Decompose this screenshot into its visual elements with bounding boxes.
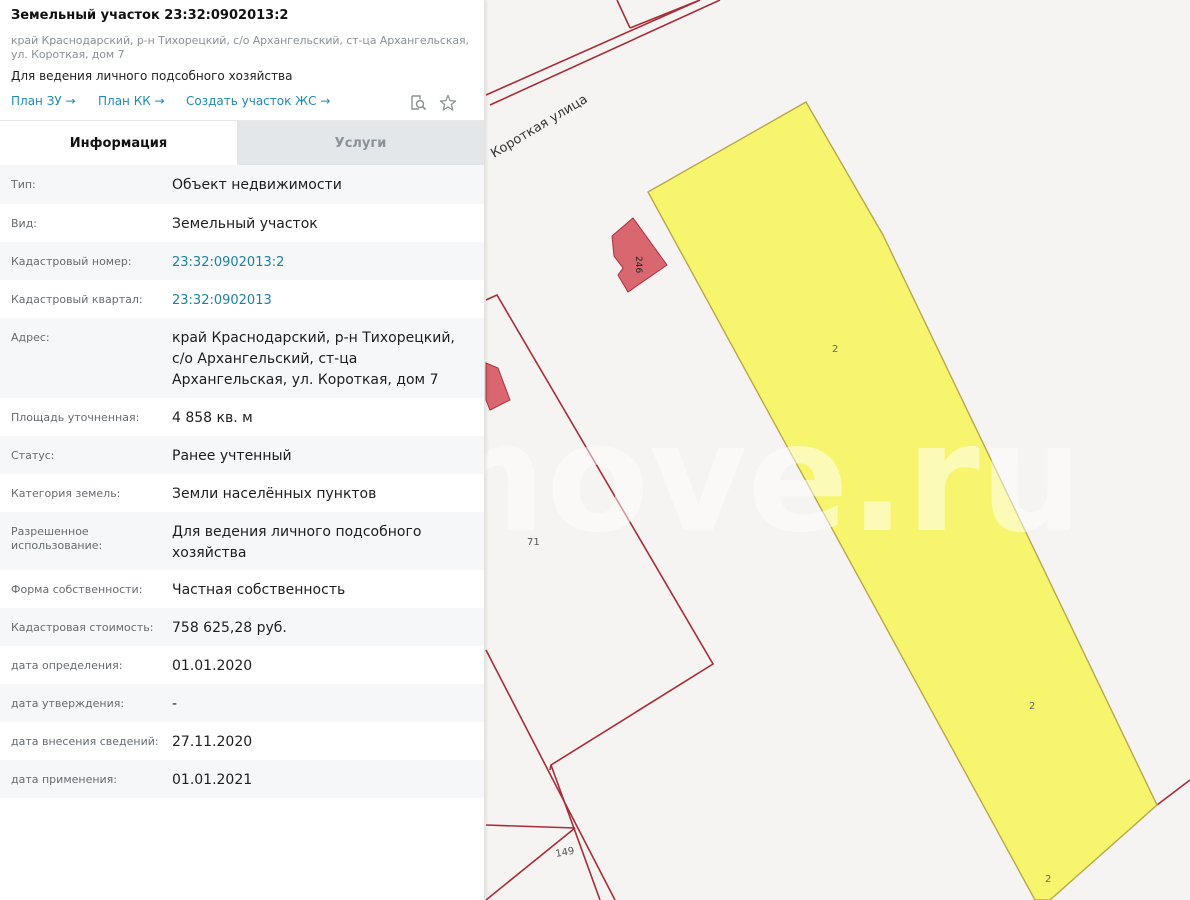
search-document-icon[interactable] (409, 94, 427, 112)
parcel-label: 2 (1045, 874, 1051, 885)
info-row-kind: Вид: Земельный участок (0, 204, 484, 242)
plan-zu-link[interactable]: План ЗУ → (11, 94, 76, 108)
info-table: Тип: Объект недвижимости Вид: Земельный … (0, 165, 484, 798)
info-row-ownership: Форма собственности: Частная собственнос… (0, 570, 484, 608)
page-title: Земельный участок 23:32:0902013:2 (11, 8, 289, 23)
create-parcel-link[interactable]: Создать участок ЖС → (186, 94, 330, 108)
info-row-approval-date: дата утверждения: - (0, 684, 484, 722)
info-key: Форма собственности: (11, 583, 143, 596)
info-key: Кадастровая стоимость: (11, 621, 154, 634)
tab-services[interactable]: Услуги (237, 121, 484, 165)
info-key: дата применения: (11, 773, 118, 786)
header-address: край Краснодарский, р-н Тихорецкий, с/о … (11, 34, 469, 61)
info-value: Земельный участок (172, 216, 318, 232)
header-purpose: Для ведения личного подсобного хозяйства (11, 69, 293, 83)
info-value: Ранее учтенный (172, 448, 292, 464)
info-key: дата внесения сведений: (11, 735, 159, 748)
parcel-label: 2 (832, 344, 838, 355)
info-row-type: Тип: Объект недвижимости (0, 165, 484, 204)
info-row-entry-date: дата внесения сведений: 27.11.2020 (0, 722, 484, 760)
info-row-address: Адрес: край Краснодарский, р-н Тихорецки… (0, 318, 484, 398)
header-links: План ЗУ → План КК → Создать участок ЖС → (11, 94, 473, 112)
info-row-area: Площадь уточненная: 4 858 кв. м (0, 398, 484, 436)
info-key: Тип: (11, 178, 36, 191)
star-icon[interactable] (439, 94, 457, 112)
parcel-label: 71 (527, 537, 540, 548)
cadastral-quarter-link[interactable]: 23:32:0902013 (172, 290, 462, 311)
info-value: - (172, 696, 178, 712)
info-value: Частная собственность (172, 582, 346, 598)
info-key: дата утверждения: (11, 697, 125, 710)
building-label: 246 (633, 256, 643, 273)
panel-header: Земельный участок 23:32:0902013:2 край К… (0, 0, 484, 118)
info-row-cadastral-quarter: Кадастровый квартал: 23:32:0902013 (0, 280, 484, 318)
info-row-permitted-use: Разрешенное использование: Для ведения л… (0, 512, 484, 570)
info-key: Кадастровый квартал: (11, 293, 143, 306)
info-value: 4 858 кв. м (172, 410, 253, 426)
info-value: 27.11.2020 (172, 734, 253, 750)
info-value: 01.01.2021 (172, 772, 253, 788)
parcel-label: 2 (1029, 701, 1035, 712)
info-value: Объект недвижимости (172, 177, 342, 193)
info-key: Адрес: (11, 331, 50, 344)
info-key: дата определения: (11, 659, 123, 672)
info-key: Площадь уточненная: (11, 411, 140, 424)
info-row-cadastral-value: Кадастровая стоимость: 758 625,28 руб. (0, 608, 484, 646)
info-key: Кадастровый номер: (11, 255, 132, 268)
info-key: Разрешенное использование: (11, 525, 103, 552)
plan-kk-link[interactable]: План КК → (98, 94, 165, 108)
tab-information[interactable]: Информация (0, 121, 237, 165)
info-row-status: Статус: Ранее учтенный (0, 436, 484, 474)
info-value: край Краснодарский, р-н Тихорецкий, с/о … (172, 330, 455, 388)
info-value: Для ведения личного подсобного хозяйства (172, 524, 422, 561)
info-key: Категория земель: (11, 487, 121, 500)
info-row-application-date: дата применения: 01.01.2021 (0, 760, 484, 798)
cadastral-number-link[interactable]: 23:32:0902013:2 (172, 252, 462, 273)
info-value: 01.01.2020 (172, 658, 253, 674)
info-panel: Земельный участок 23:32:0902013:2 край К… (0, 0, 484, 900)
info-row-land-category: Категория земель: Земли населённых пункт… (0, 474, 484, 512)
info-row-determination-date: дата определения: 01.01.2020 (0, 646, 484, 684)
info-row-cadastral-number: Кадастровый номер: 23:32:0902013:2 (0, 242, 484, 280)
info-value: Земли населённых пунктов (172, 486, 377, 502)
info-value: 758 625,28 руб. (172, 620, 287, 636)
info-key: Вид: (11, 217, 38, 230)
info-key: Статус: (11, 449, 55, 462)
tab-bar: Информация Услуги (0, 120, 484, 165)
